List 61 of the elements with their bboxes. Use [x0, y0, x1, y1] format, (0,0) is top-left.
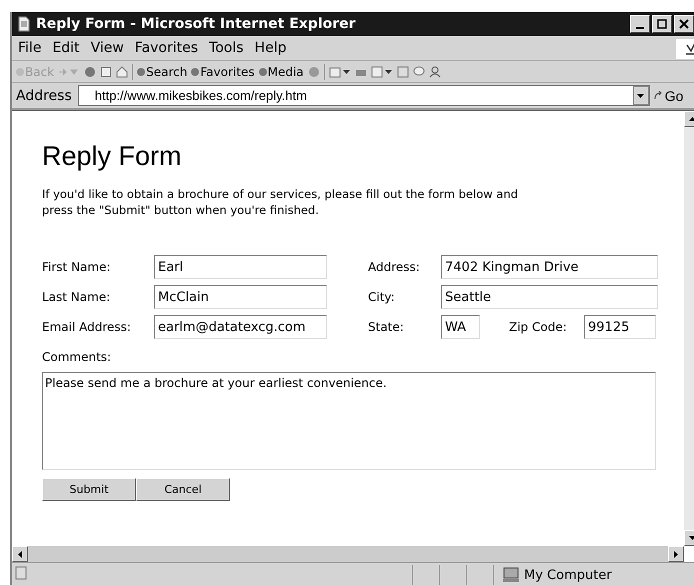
window-title: Reply Form - Microsoft Internet Explorer — [36, 16, 357, 32]
menu-item[interactable]: Help — [254, 40, 286, 56]
person-icon[interactable] — [428, 66, 441, 78]
toolbar-icon — [258, 68, 267, 76]
menu-item[interactable]: View — [90, 40, 124, 56]
form-button[interactable]: Submit — [42, 478, 136, 501]
field-label: Last Name: — [42, 290, 112, 304]
speech-bubble-icon[interactable] — [412, 66, 425, 78]
horizontal-scrollbar[interactable] — [12, 546, 684, 562]
up-arrow-icon — [688, 117, 694, 121]
page-icon — [16, 16, 32, 32]
minimize-button[interactable] — [630, 15, 650, 33]
down-arrow-icon — [688, 536, 694, 540]
edit-icon[interactable] — [370, 66, 393, 78]
maximize-icon — [657, 19, 667, 29]
go-arrow-icon — [654, 91, 663, 100]
form-button[interactable]: Cancel — [136, 478, 230, 501]
home-icon[interactable] — [116, 66, 128, 78]
field-label: First Name: — [42, 260, 112, 274]
input-field[interactable]: Seattle — [441, 285, 658, 309]
mail-icon[interactable] — [328, 66, 351, 78]
input-field[interactable]: Earl — [154, 255, 327, 279]
menu-item[interactable]: Tools — [209, 40, 244, 56]
menu-item[interactable]: Edit — [52, 40, 80, 56]
menu-item[interactable]: File — [18, 40, 42, 56]
document-icon[interactable] — [396, 66, 409, 78]
field-label: Address: — [368, 260, 421, 274]
address-field[interactable]: http://www.mikesbikes.com/reply.htm — [78, 85, 650, 106]
toolbar-button[interactable]: Search — [137, 64, 188, 78]
dropdown-button[interactable] — [632, 86, 649, 105]
toolbar-button[interactable]: Media — [258, 64, 304, 78]
maximize-button[interactable] — [652, 15, 672, 33]
menu-item[interactable]: Favorites — [134, 40, 198, 56]
input-field[interactable]: WA — [441, 315, 480, 339]
toolbar-icon — [137, 68, 146, 76]
comments-field[interactable]: Please send me a brochure at your earliest convenience. — [42, 372, 656, 470]
status-zone: My Computer — [496, 567, 612, 583]
input-field[interactable]: 7402 Kingman Drive — [441, 255, 658, 279]
page-heading: Reply Form — [42, 141, 183, 172]
close-button[interactable] — [674, 15, 694, 33]
comments-label: Comments: — [42, 350, 112, 364]
stop-icon[interactable] — [84, 66, 96, 78]
input-field[interactable]: McClain — [154, 285, 327, 309]
toolbar-icon — [16, 68, 24, 76]
field-label: Zip Code: — [509, 320, 568, 334]
refresh-icon[interactable] — [100, 66, 112, 78]
caret-icon — [637, 94, 644, 98]
field-label: City: — [368, 290, 396, 304]
go-button[interactable]: Go — [654, 88, 684, 104]
field-label: State: — [368, 320, 405, 334]
toolbar-button[interactable]: Favorites — [191, 64, 255, 78]
input-field[interactable]: earlm@datatexcg.com — [154, 315, 327, 339]
field-label: Email Address: — [42, 320, 132, 334]
toolbar-icon — [191, 68, 200, 76]
close-icon — [679, 19, 689, 29]
left-arrow-icon — [18, 550, 22, 558]
right-arrow-icon — [674, 550, 678, 558]
address-label: Address — [15, 88, 73, 104]
minimize-icon — [636, 26, 644, 28]
intro-text: If you'd like to obtain a brochure of our services, please fill out the form below and press the "Submit" button when you're finished. — [42, 186, 519, 218]
input-field[interactable]: 99125 — [584, 315, 656, 339]
